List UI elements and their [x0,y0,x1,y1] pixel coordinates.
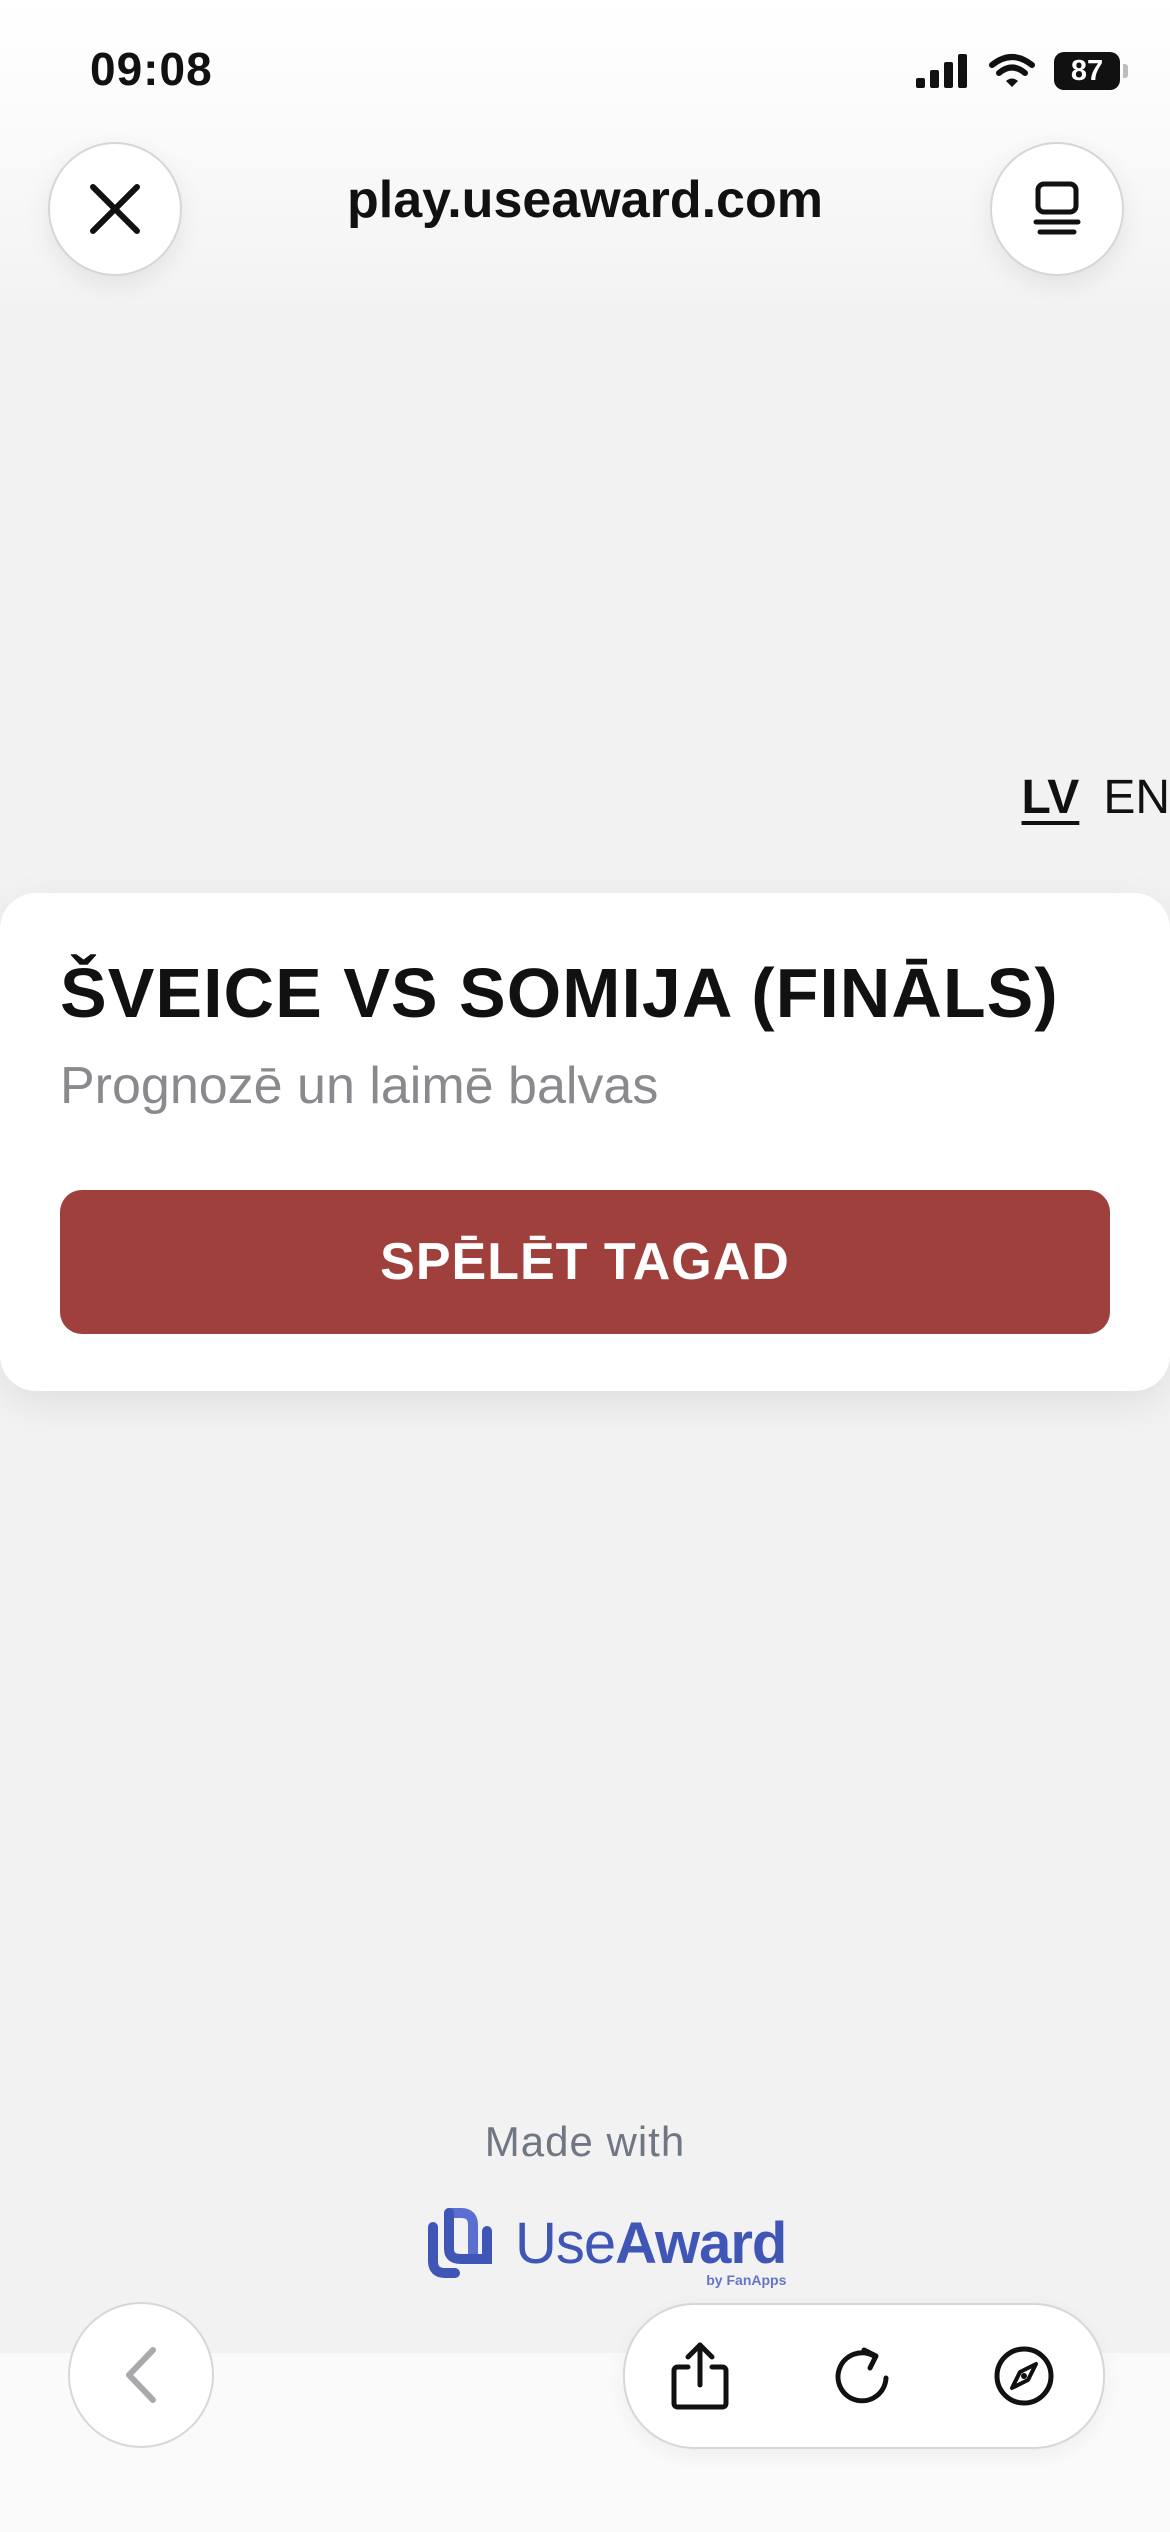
brand-by-text: by FanApps [706,2271,787,2288]
browser-toolbar [623,2303,1105,2449]
wifi-icon [989,54,1035,87]
battery-tip [1123,64,1128,78]
useaward-logo-icon [428,2208,492,2278]
reload-icon [835,2347,889,2404]
brand-award-text: Award [615,2210,787,2276]
back-button[interactable] [68,2302,214,2448]
battery-level: 87 [1070,55,1104,87]
compass-icon [994,2346,1054,2406]
chevron-left-icon [126,2347,156,2403]
tabs-button[interactable] [990,142,1124,276]
made-with-label: Made with [484,2118,686,2165]
game-subtitle: Prognozē un laimē balvas [60,1057,659,1115]
status-icons: 87 [916,52,1128,90]
game-title: ŠVEICE VS SOMIJA (FINĀLS) [60,954,1059,1032]
share-icon [671,2342,729,2410]
tabs-icon [1033,181,1081,235]
share-button[interactable] [661,2337,739,2415]
battery-indicator: 87 [1054,52,1128,90]
useaward-wordmark: UseAward by FanApps [515,2210,787,2288]
language-option-en[interactable]: EN [1103,770,1170,825]
reload-button[interactable] [823,2337,901,2415]
play-now-button[interactable]: SPĒLĒT TAGAD [60,1190,1110,1334]
signal-icon [916,54,967,88]
game-card: ŠVEICE VS SOMIJA (FINĀLS) Prognozē un la… [0,893,1170,1391]
language-switcher: LV EN [1022,770,1170,825]
compass-button[interactable] [985,2337,1063,2415]
useaward-logo[interactable]: UseAward by FanApps [425,2205,787,2288]
status-time: 09:08 [90,43,213,95]
brand-use-text: Use [515,2210,616,2276]
language-option-lv[interactable]: LV [1022,770,1080,825]
